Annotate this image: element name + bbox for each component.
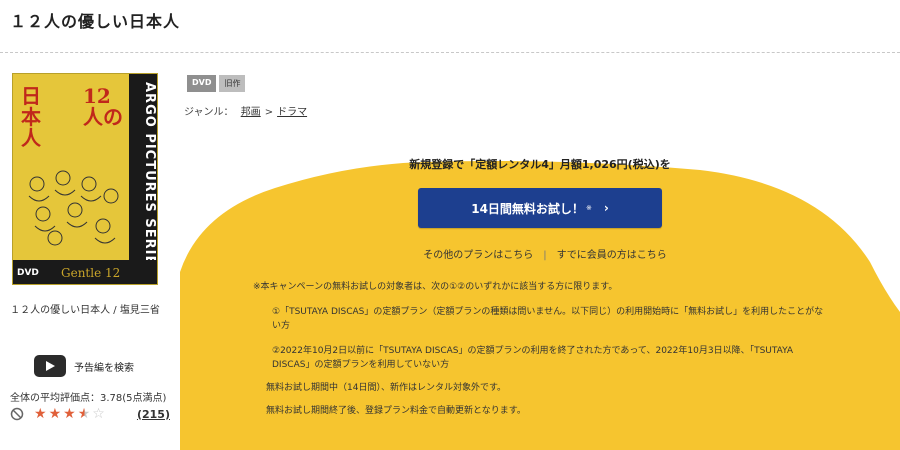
review-count: 215 [142,407,165,421]
plan-links: その他のプランはこちら | すでに会員の方はこちら [380,246,710,261]
title-divider [0,52,900,53]
campaign-note: ※本キャンペーンの無料お試しの対象者は、次の①②のいずれかに該当する方に限ります… [253,282,618,292]
format-badge: DVD [187,75,217,92]
campaign-note: 無料お試し期間終了後、登録プラン料金で自動更新となります。 [266,406,526,416]
star-icon: ★ [34,406,47,422]
badges: DVD 旧作 [187,75,246,92]
genre-link-subcategory[interactable]: ドラマ [277,107,307,118]
campaign-note: ②2022年10月2日以前に「TSUTAYA DISCAS」の定額プランの利用を… [272,346,794,370]
chevron-right-icon: › [603,201,609,215]
trailer-search-button[interactable]: 予告編を検索 [34,355,134,377]
breadcrumb-arrow: > [264,107,274,118]
dvd-cover-image[interactable]: 日本人 12 人の ARGO PICTURES SERIES DVD Gentle… [12,73,158,285]
star-icon: ★ [48,406,62,422]
cover-sketch-illustration [19,166,127,254]
member-login-link[interactable]: すでに会員の方はこちら [557,250,667,261]
trailer-label: 予告編を検索 [74,362,134,374]
star-rating: ★ ★ ★ ★ ☆ [34,407,105,421]
prohibited-icon[interactable] [10,407,24,421]
cover-title-left: 日本人 [21,84,41,150]
free-trial-button[interactable]: 14日間無料お試し！ ※ › [418,188,662,228]
cover-side-text: ARGO PICTURES SERIES [129,74,157,284]
half-star-icon: ★ [77,406,91,422]
dvd-logo: DVD [17,268,39,278]
star-icon: ★ [63,406,76,422]
link-separator: | [543,250,547,261]
page-title: １２人の優しい日本人 [10,12,181,31]
promo-headline: 新規登録で「定額レンタル4」月額1,026円(税込)を [409,158,671,171]
other-plans-link[interactable]: その他のプランはこちら [423,250,533,261]
cover-gentle-text: Gentle 12 [61,266,121,280]
play-icon [34,355,66,377]
genre-label: ジャンル： [184,107,234,118]
cover-title-right: 12 人の [83,84,123,129]
free-trial-note: ※ [585,204,592,212]
genre-breadcrumb: ジャンル： 邦画 > ドラマ [184,103,311,118]
status-badge: 旧作 [219,75,246,92]
free-trial-label: 14日間無料お試し！ [471,201,584,216]
average-rating-text: 全体の平均評価点：3.78(5点満点) [10,393,167,404]
rating-row: ★ ★ ★ ★ ☆ (215) [10,407,170,421]
empty-star-icon: ☆ [92,406,105,422]
cast-text: １２人の優しい日本人 / 塩見三省 [10,305,160,316]
campaign-note: 無料お試し期間中（14日間）、新作はレンタル対象外です。 [266,383,507,393]
campaign-note: ①「TSUTAYA DISCAS」の定額プラン（定額プランの種類は問いません。以… [272,307,824,331]
review-count-link[interactable]: (215) [137,408,170,421]
genre-link-category[interactable]: 邦画 [241,107,261,118]
